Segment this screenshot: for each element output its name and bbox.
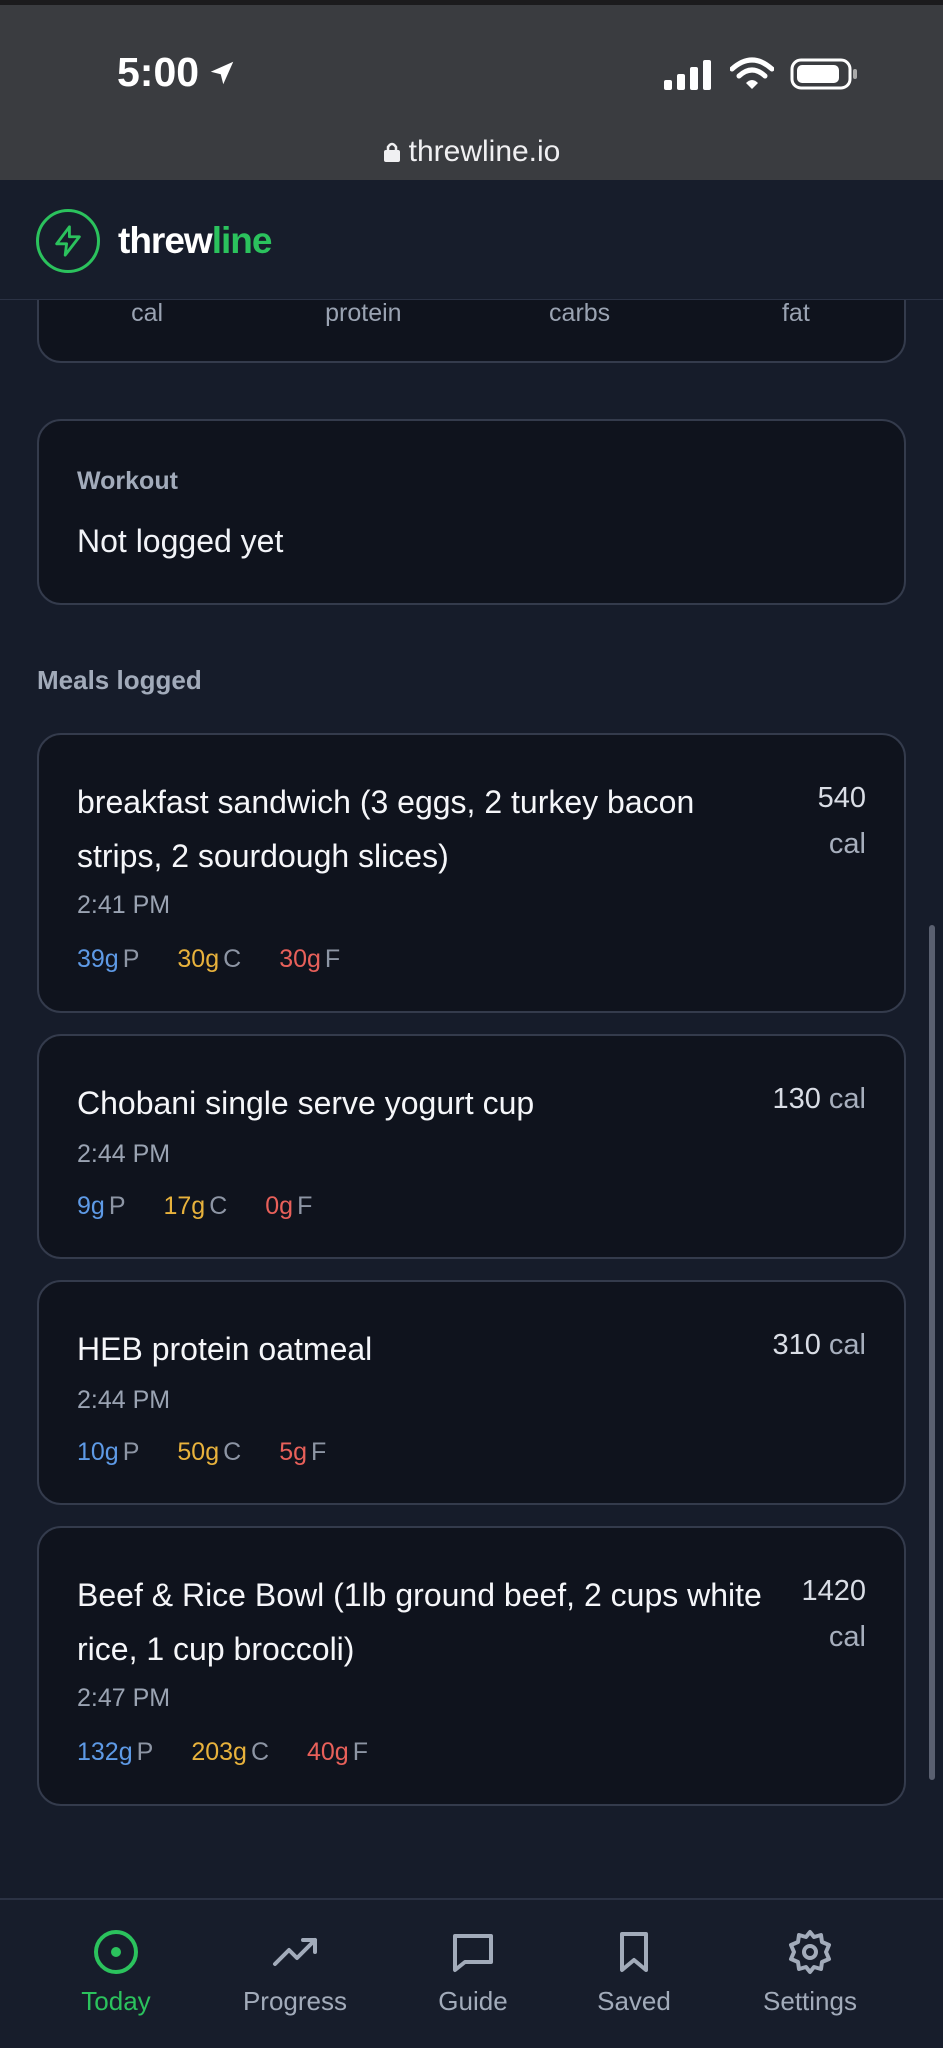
url-bar[interactable]: threwline.io: [0, 135, 943, 169]
meal-time: 2:41 PM: [77, 891, 171, 919]
meal-protein: 132g P: [77, 1738, 154, 1766]
meal-fat: 0g F: [265, 1192, 313, 1220]
nav-progress[interactable]: Progress: [215, 1928, 375, 2017]
meal-name: Beef & Rice Bowl (1lb ground beef, 2 cup…: [77, 1577, 762, 1667]
meal-time: 2:44 PM: [77, 1140, 171, 1168]
scrollbar[interactable]: [929, 925, 935, 1780]
nav-saved-label: Saved: [597, 1986, 671, 2016]
meal-macros: 9g P 17g C 0g F: [77, 1192, 312, 1221]
nav-guide[interactable]: Guide: [393, 1928, 553, 2017]
macro-label-carbs: carbs: [549, 299, 611, 327]
meal-calories: 130 cal: [706, 1076, 866, 1122]
status-time: 5:00: [117, 49, 237, 96]
macro-label-protein: protein: [325, 299, 402, 327]
meal-time: 2:44 PM: [77, 1386, 171, 1414]
trending-up-icon: [273, 1938, 317, 1966]
meal-protein: 10g P: [77, 1438, 140, 1466]
meal-fat: 40g F: [307, 1738, 368, 1766]
nav-today-label: Today: [81, 1986, 151, 2016]
wifi-icon: [730, 57, 774, 89]
signal-icon: [664, 60, 711, 90]
meal-calories: 1420 cal: [746, 1568, 866, 1660]
macro-label-cal: cal: [131, 299, 164, 327]
meal-macros: 39g P 30g C 30g F: [77, 945, 340, 974]
nav-today[interactable]: Today: [36, 1928, 196, 2017]
meal-calories-value: 310: [772, 1329, 821, 1361]
workout-card[interactable]: Workout Not logged yet: [37, 419, 906, 605]
meal-carbs: 17g C: [163, 1192, 228, 1220]
meal-name: HEB protein oatmeal: [77, 1331, 373, 1367]
logo[interactable]: [36, 209, 100, 273]
workout-status: Not logged yet: [77, 523, 284, 559]
meal-macros: 132g P 203g C 40g F: [77, 1738, 368, 1767]
nav-settings[interactable]: Settings: [730, 1928, 890, 2017]
nav-saved[interactable]: Saved: [554, 1928, 714, 2017]
macro-labels: cal protein carbs fat: [39, 299, 904, 328]
meal-carbs: 30g C: [177, 945, 242, 973]
status-icons: [664, 57, 858, 91]
meal-calories-unit: cal: [828, 1329, 866, 1361]
meal-calories-value: 130: [772, 1083, 821, 1115]
nav-progress-label: Progress: [242, 1986, 348, 2016]
nav-guide-label: Guide: [438, 1986, 508, 2016]
meal-calories-unit: cal: [828, 828, 866, 860]
meal-protein: 9g P: [77, 1192, 126, 1220]
meal-card[interactable]: Chobani single serve yogurt cup 130 cal …: [37, 1034, 906, 1259]
meal-protein: 39g P: [77, 945, 140, 973]
chat-bubble-icon: [453, 1934, 493, 1972]
meal-calories-value: 1420: [801, 1575, 866, 1607]
bolt-icon: [55, 225, 81, 257]
bookmark-icon: [620, 1932, 648, 1972]
location-arrow-icon: [210, 61, 234, 84]
meal-name: Chobani single serve yogurt cup: [77, 1085, 535, 1121]
meal-macros: 10g P 50g C 5g F: [77, 1438, 326, 1467]
url-text: threwline.io: [408, 135, 561, 168]
target-icon: [94, 1930, 138, 1974]
meal-calories-unit: cal: [828, 1621, 866, 1653]
scroll-content[interactable]: cal protein carbs fat Workout Not logged…: [0, 0, 943, 2048]
meal-card[interactable]: HEB protein oatmeal 310 cal 2:44 PM 10g P…: [37, 1280, 906, 1505]
meals-section-label: Meals logged: [37, 665, 202, 695]
meal-name: breakfast sandwich (3 eggs, 2 turkey bac…: [77, 784, 695, 874]
meal-calories-value: 540: [817, 782, 866, 814]
battery-icon: [790, 58, 857, 90]
gear-icon: [789, 1930, 831, 1974]
meal-carbs: 203g C: [191, 1738, 269, 1766]
brand-name[interactable]: threwline: [118, 220, 272, 262]
meal-card[interactable]: breakfast sandwich (3 eggs, 2 turkey bac…: [37, 733, 906, 1013]
meal-time: 2:47 PM: [77, 1684, 171, 1712]
meal-fat: 30g F: [279, 945, 341, 973]
macro-label-fat: fat: [781, 299, 810, 327]
browser-status-bar: 5:00 threwline.io: [0, 0, 943, 180]
workout-title: Workout: [77, 467, 178, 495]
meal-calories-unit: cal: [828, 1083, 866, 1115]
meal-calories: 310 cal: [706, 1322, 866, 1368]
nav-settings-label: Settings: [763, 1986, 857, 2016]
meal-calories: 540 cal: [746, 775, 866, 867]
lock-icon: [383, 142, 400, 162]
meal-fat: 5g F: [279, 1438, 327, 1466]
bottom-nav: Today Progress Guide Saved Settings: [0, 1898, 943, 2048]
meal-card[interactable]: Beef & Rice Bowl (1lb ground beef, 2 cup…: [37, 1526, 906, 1806]
app-header: threwline: [0, 180, 943, 300]
meal-carbs: 50g C: [177, 1438, 242, 1466]
